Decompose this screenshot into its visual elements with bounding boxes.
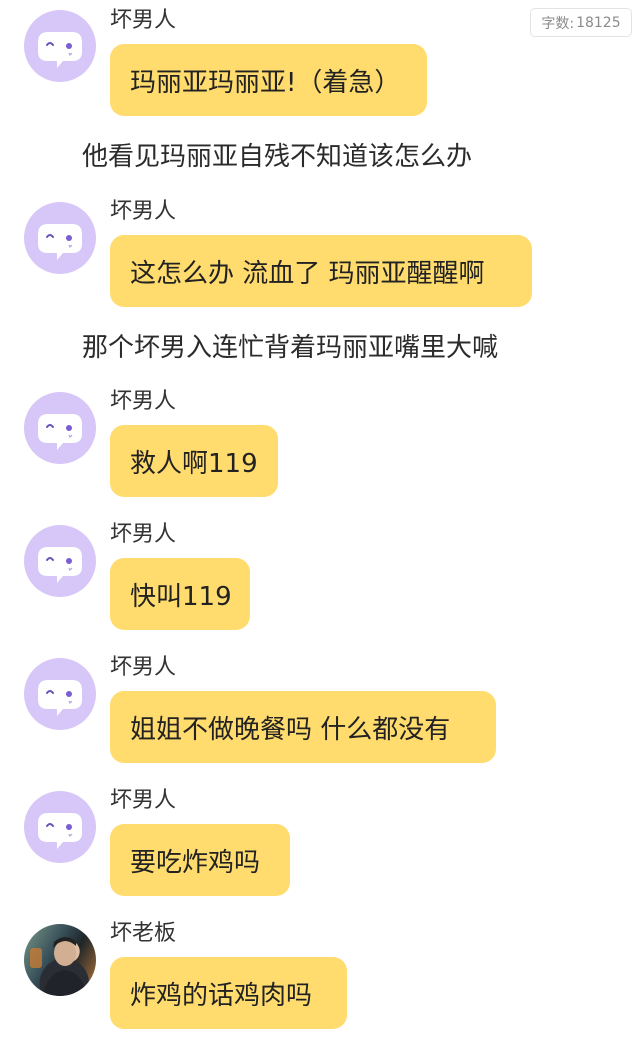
narration-text: 那个坏男入连忙背着玛丽亚嘴里大喊 — [82, 333, 499, 363]
message-bubble[interactable]: 玛丽亚玛丽亚!（着急） — [110, 44, 427, 116]
chat-bubble-icon — [38, 813, 82, 849]
message-bubble[interactable]: 救人啊119 — [110, 425, 278, 497]
narration-text: 他看见玛丽亚自残不知道该怎么办 — [82, 142, 473, 172]
message-bubble[interactable]: 要吃炸鸡吗 — [110, 824, 290, 896]
chat-bubble-icon — [38, 547, 82, 583]
word-count-badge: 字数: 18125 — [530, 8, 632, 37]
message-bubble[interactable]: 姐姐不做晚餐吗 什么都没有 — [110, 691, 496, 763]
speaker-name: 坏男人 — [110, 389, 177, 414]
avatar[interactable] — [24, 525, 96, 597]
photo-avatar — [30, 937, 88, 996]
word-count-label: 字数: — [541, 15, 575, 32]
chat-bubble-icon — [38, 680, 82, 716]
avatar[interactable] — [24, 791, 96, 863]
chat-bubble-icon — [38, 414, 82, 450]
avatar[interactable] — [24, 924, 96, 996]
avatar[interactable] — [24, 658, 96, 730]
speaker-name: 坏男人 — [110, 522, 177, 547]
avatar[interactable] — [24, 392, 96, 464]
message-bubble[interactable]: 这怎么办 流血了 玛丽亚醒醒啊 — [110, 235, 532, 307]
message-bubble[interactable]: 炸鸡的话鸡肉吗 — [110, 957, 347, 1029]
avatar[interactable] — [24, 202, 96, 274]
speaker-name: 坏男人 — [110, 655, 177, 680]
speaker-name: 坏男人 — [110, 8, 177, 33]
speaker-name: 坏老板 — [110, 921, 177, 946]
word-count-value: 18125 — [576, 14, 621, 31]
message-bubble[interactable]: 快叫119 — [110, 558, 250, 630]
chat-bubble-icon — [38, 32, 82, 68]
avatar[interactable] — [24, 10, 96, 82]
speaker-name: 坏男人 — [110, 199, 177, 224]
chat-bubble-icon — [38, 224, 82, 260]
speaker-name: 坏男人 — [110, 788, 177, 813]
